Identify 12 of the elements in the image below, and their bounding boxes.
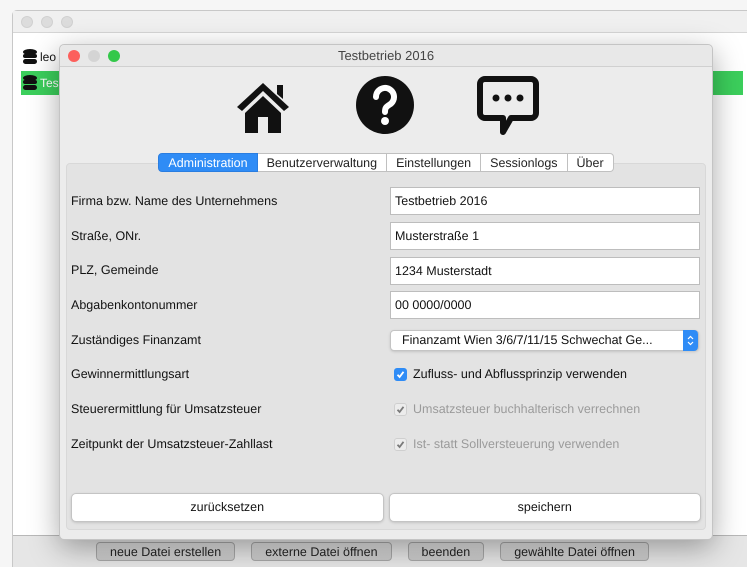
field-label: Abgabenkontonummer (71, 297, 198, 314)
field-label: Zeitpunkt der Umsatzsteuer-Zahllast (71, 436, 274, 453)
field-label: Gewinnermittlungsart (71, 366, 190, 384)
checkbox-label: Zufluss- und Abflussprinzip verwenden (413, 366, 628, 384)
checkbox-label: Umsatzsteuer buchhalterisch verrechnen (413, 401, 640, 418)
field-label: Straße, ONr. (71, 228, 142, 245)
field-label: Steuerermittlung für Umsatzsteuer (71, 401, 262, 418)
field-label: PLZ, Gemeinde (71, 262, 160, 280)
checkbox-label: Ist- statt Sollversteuerung verwenden (413, 436, 620, 453)
window-title: Testbetrieb 2016 (336, 46, 436, 65)
field-label: Firma bzw. Name des Unternehmens (71, 192, 278, 210)
field-label: Zuständiges Finanzamt (71, 332, 202, 349)
